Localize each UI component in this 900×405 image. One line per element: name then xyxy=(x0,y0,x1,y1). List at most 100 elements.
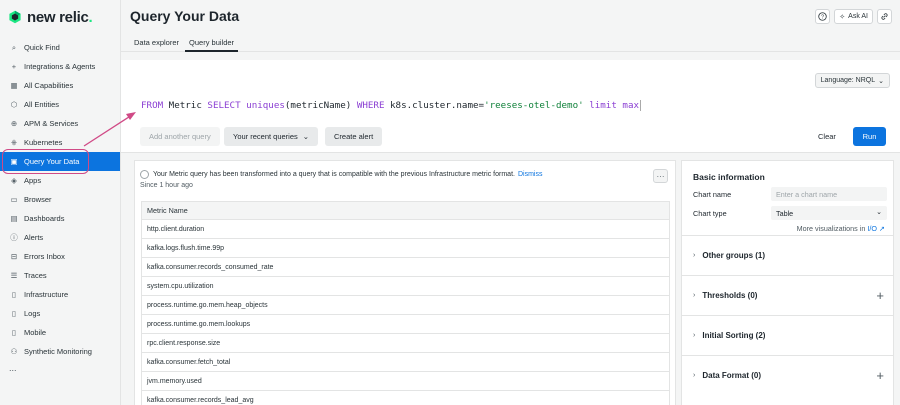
more-actions-button[interactable]: ··· xyxy=(653,169,668,183)
table-row: jvm.memory.used xyxy=(141,372,670,391)
sidebar-item-label: Browser xyxy=(24,195,52,204)
column-header[interactable]: Metric Name xyxy=(141,201,670,220)
sidebar-item-infrastructure[interactable]: ▯ Infrastructure xyxy=(0,285,120,304)
kubernetes-icon: ⎈ xyxy=(11,137,17,147)
logo-text: new relic xyxy=(27,8,89,26)
sidebar-item-label: Errors Inbox xyxy=(24,252,65,261)
sidebar-item-quick-find[interactable]: ⌕ Quick Find xyxy=(0,38,120,57)
section-data-format[interactable]: › Data Format (0) + xyxy=(682,355,893,395)
dashboard-icon: ▤ xyxy=(10,214,18,223)
section-other-groups[interactable]: › Other groups (1) xyxy=(682,235,893,275)
chart-options-panel: Basic information Chart name Enter a cha… xyxy=(681,160,894,405)
logs-icon: ▯ xyxy=(11,309,17,318)
sidebar-item-all-entities[interactable]: ⬡ All Entities xyxy=(0,95,120,114)
logo-dot: . xyxy=(88,8,93,26)
create-alert-button[interactable]: Create alert xyxy=(325,127,383,146)
link-icon xyxy=(881,13,888,20)
dismiss-link[interactable]: Dismiss xyxy=(518,171,543,178)
sidebar-item-synthetic-monitoring[interactable]: ⚇ Synthetic Monitoring xyxy=(0,342,120,361)
section-thresholds[interactable]: › Thresholds (0) + xyxy=(682,275,893,315)
help-button[interactable]: ? xyxy=(815,9,831,24)
chevron-down-icon: ⌄ xyxy=(876,209,882,216)
table-row: process.runtime.go.mem.lookups xyxy=(141,315,670,334)
svg-text:?: ? xyxy=(821,14,824,20)
info-icon xyxy=(140,170,149,179)
sidebar-item-label: Kubernetes xyxy=(24,138,63,147)
help-icon: ? xyxy=(818,12,827,21)
sidebar-item-label: Infrastructure xyxy=(24,290,69,299)
tab-data-explorer[interactable]: Data explorer xyxy=(130,32,183,52)
sidebar-item-query-your-data[interactable]: ▣ Query Your Data xyxy=(0,152,120,171)
ask-ai-button[interactable]: ✧ Ask AI xyxy=(834,9,873,24)
search-icon: ⌕ xyxy=(11,42,17,52)
sidebar-item-kubernetes[interactable]: ⎈ Kubernetes xyxy=(0,133,120,152)
table-row: kafka.consumer.records_consumed_rate xyxy=(141,258,670,277)
table-row: kafka.consumer.fetch_total xyxy=(141,353,670,372)
section-label: Other groups (1) xyxy=(702,251,766,260)
sidebar-item-logs[interactable]: ▯ Logs xyxy=(0,304,120,323)
sparkle-icon: ✧ xyxy=(839,13,846,21)
add-another-query-button[interactable]: Add another query xyxy=(140,127,220,146)
table-row: http.client.duration xyxy=(141,220,670,239)
ask-ai-label: Ask AI xyxy=(848,13,868,20)
sidebar-nav: ⌕ Quick Find + Integrations & Agents ▦ All Ca… xyxy=(0,38,120,361)
apps-icon: ◈ xyxy=(11,176,17,185)
results-panel: Your Metric query has been transformed i… xyxy=(134,160,676,405)
globe-icon: ⊕ xyxy=(10,119,18,128)
synthetic-icon: ⚇ xyxy=(10,347,18,356)
inbox-icon: ⊟ xyxy=(10,252,18,261)
nrql-token: Metric xyxy=(163,100,208,111)
sidebar-item-traces[interactable]: ☰ Traces xyxy=(0,266,120,285)
browser-icon: ▭ xyxy=(10,195,18,204)
language-select[interactable]: Language: NRQL ⌄ xyxy=(814,73,890,88)
sidebar: new relic. ⌕ Quick Find + Integrations & Ag… xyxy=(0,0,121,405)
sidebar-item-apm-services[interactable]: ⊕ APM & Services xyxy=(0,114,120,133)
nrql-token: SELECT xyxy=(207,100,241,111)
chevron-right-icon: › xyxy=(693,332,696,339)
page-header: Query Your Data xyxy=(121,0,900,32)
external-link-icon: ↗ xyxy=(878,224,885,233)
chart-type-label: Chart type xyxy=(693,209,727,218)
ellipsis-icon: ··· xyxy=(656,171,665,181)
io-link[interactable]: I/O xyxy=(867,224,877,233)
text-cursor xyxy=(640,100,642,111)
sidebar-item-errors-inbox[interactable]: ⊟ Errors Inbox xyxy=(0,247,120,266)
copy-link-button[interactable] xyxy=(877,9,892,24)
nrql-token: (metricName) xyxy=(284,100,357,111)
page-title: Query Your Data xyxy=(130,8,240,24)
header-tools: ? ✧ Ask AI xyxy=(815,9,892,24)
query-icon: ▣ xyxy=(10,157,18,166)
run-button[interactable]: Run xyxy=(853,127,886,146)
transform-notice: Your Metric query has been transformed i… xyxy=(140,170,542,179)
nrql-token: FROM xyxy=(141,100,164,111)
table-row: kafka.logs.flush.time.99p xyxy=(141,239,670,258)
chart-name-input[interactable]: Enter a chart name xyxy=(771,187,887,201)
add-icon[interactable]: + xyxy=(876,288,884,303)
sidebar-item-label: Traces xyxy=(24,271,47,280)
chevron-down-icon: ⌄ xyxy=(878,77,884,85)
new-relic-logo-icon xyxy=(9,10,21,24)
sidebar-item-integrations-agents[interactable]: + Integrations & Agents xyxy=(0,57,120,76)
more-nav-items[interactable]: ... xyxy=(0,363,120,373)
chart-type-select[interactable]: Table ⌄ xyxy=(771,206,887,220)
chart-name-label: Chart name xyxy=(693,190,732,199)
sidebar-item-label: Alerts xyxy=(24,233,44,242)
sidebar-item-alerts[interactable]: ⓘ Alerts xyxy=(0,228,120,247)
tab-query-builder[interactable]: Query builder xyxy=(185,32,239,52)
language-label: Language: NRQL xyxy=(820,77,876,84)
sidebar-item-all-capabilities[interactable]: ▦ All Capabilities xyxy=(0,76,120,95)
sidebar-item-browser[interactable]: ▭ Browser xyxy=(0,190,120,209)
sidebar-item-mobile[interactable]: ▯ Mobile xyxy=(0,323,120,342)
grid-icon: ▦ xyxy=(10,81,18,90)
nrql-input[interactable]: FROM Metric SELECT uniques(metricName) W… xyxy=(141,100,642,111)
sidebar-item-apps[interactable]: ◈ Apps xyxy=(0,171,120,190)
basic-information-title: Basic information xyxy=(693,172,765,182)
clear-button[interactable]: Clear xyxy=(812,127,842,146)
section-initial-sorting[interactable]: › Initial Sorting (2) xyxy=(682,315,893,355)
chevron-right-icon: › xyxy=(693,252,696,259)
recent-queries-button[interactable]: Your recent queries ⌄ xyxy=(224,127,319,146)
add-icon[interactable]: + xyxy=(876,368,884,383)
sidebar-item-dashboards[interactable]: ▤ Dashboards xyxy=(0,209,120,228)
logo[interactable]: new relic. xyxy=(0,0,120,34)
table-row: kafka.consumer.records_lead_avg xyxy=(141,391,670,405)
